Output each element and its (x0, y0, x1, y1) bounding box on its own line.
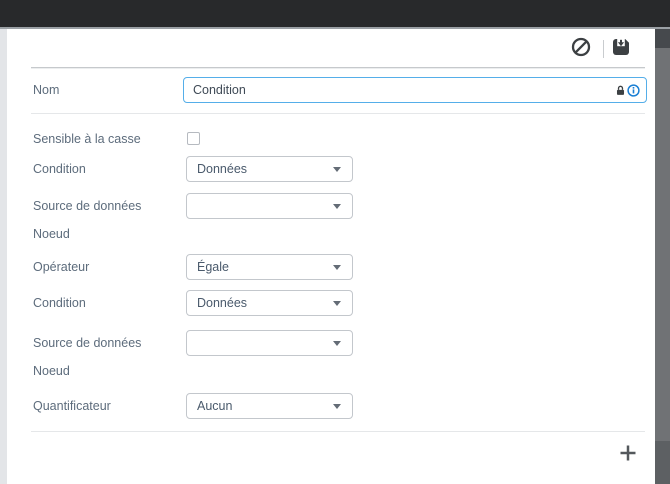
field-label-case-sensitive: Sensible à la casse (33, 132, 141, 146)
save-button[interactable] (609, 35, 633, 59)
caret-down-icon (333, 166, 341, 172)
form-panel: Nom Sensible à la casse Condition Donnée… (7, 29, 655, 484)
plus-icon (620, 445, 636, 461)
field-label-node-2: Noeud (33, 364, 70, 378)
field-label-condition-2: Condition (33, 296, 86, 310)
caret-down-icon (333, 264, 341, 270)
field-label-data-source-2: Source de données (33, 336, 142, 350)
block-icon (571, 37, 591, 57)
data-source-2-dropdown[interactable] (186, 330, 353, 356)
caret-down-icon (333, 300, 341, 306)
divider (31, 431, 645, 432)
condition-2-dropdown[interactable]: Données (186, 290, 353, 316)
add-button[interactable] (617, 442, 639, 464)
condition-1-dropdown[interactable]: Données (186, 156, 353, 182)
field-label-data-source-1: Source de données (33, 199, 142, 213)
operator-dropdown[interactable]: Égale (186, 254, 353, 280)
name-input-wrap (183, 77, 647, 103)
scrollbar-track-top (655, 29, 670, 48)
scrollbar-track-bottom (655, 441, 670, 484)
caret-down-icon (333, 203, 341, 209)
dropdown-value: Données (197, 162, 248, 176)
case-sensitive-checkbox[interactable] (187, 132, 200, 145)
info-icon[interactable] (627, 83, 640, 97)
divider (31, 113, 645, 114)
field-label-node-1: Noeud (33, 227, 70, 241)
dropdown-value: Égale (197, 260, 229, 274)
dropdown-value: Données (197, 296, 248, 310)
field-label-operator: Opérateur (33, 260, 90, 274)
field-label-condition-1: Condition (33, 162, 86, 176)
toolbar-divider (603, 40, 604, 58)
name-input[interactable] (183, 77, 647, 103)
caret-down-icon (333, 403, 341, 409)
left-gutter (0, 29, 7, 484)
data-source-1-dropdown[interactable] (186, 193, 353, 219)
dropdown-value: Aucun (197, 399, 233, 413)
field-label-quantifier: Quantificateur (33, 399, 111, 413)
quantifier-dropdown[interactable]: Aucun (186, 393, 353, 419)
cancel-button[interactable] (569, 35, 593, 59)
field-label-nom: Nom (33, 83, 60, 97)
app-topbar (0, 0, 670, 27)
scrollbar-track (655, 29, 670, 484)
divider (31, 67, 645, 69)
caret-down-icon (333, 340, 341, 346)
scrollbar-thumb[interactable] (655, 48, 670, 441)
save-icon (613, 39, 629, 55)
lock-icon (616, 85, 625, 95)
